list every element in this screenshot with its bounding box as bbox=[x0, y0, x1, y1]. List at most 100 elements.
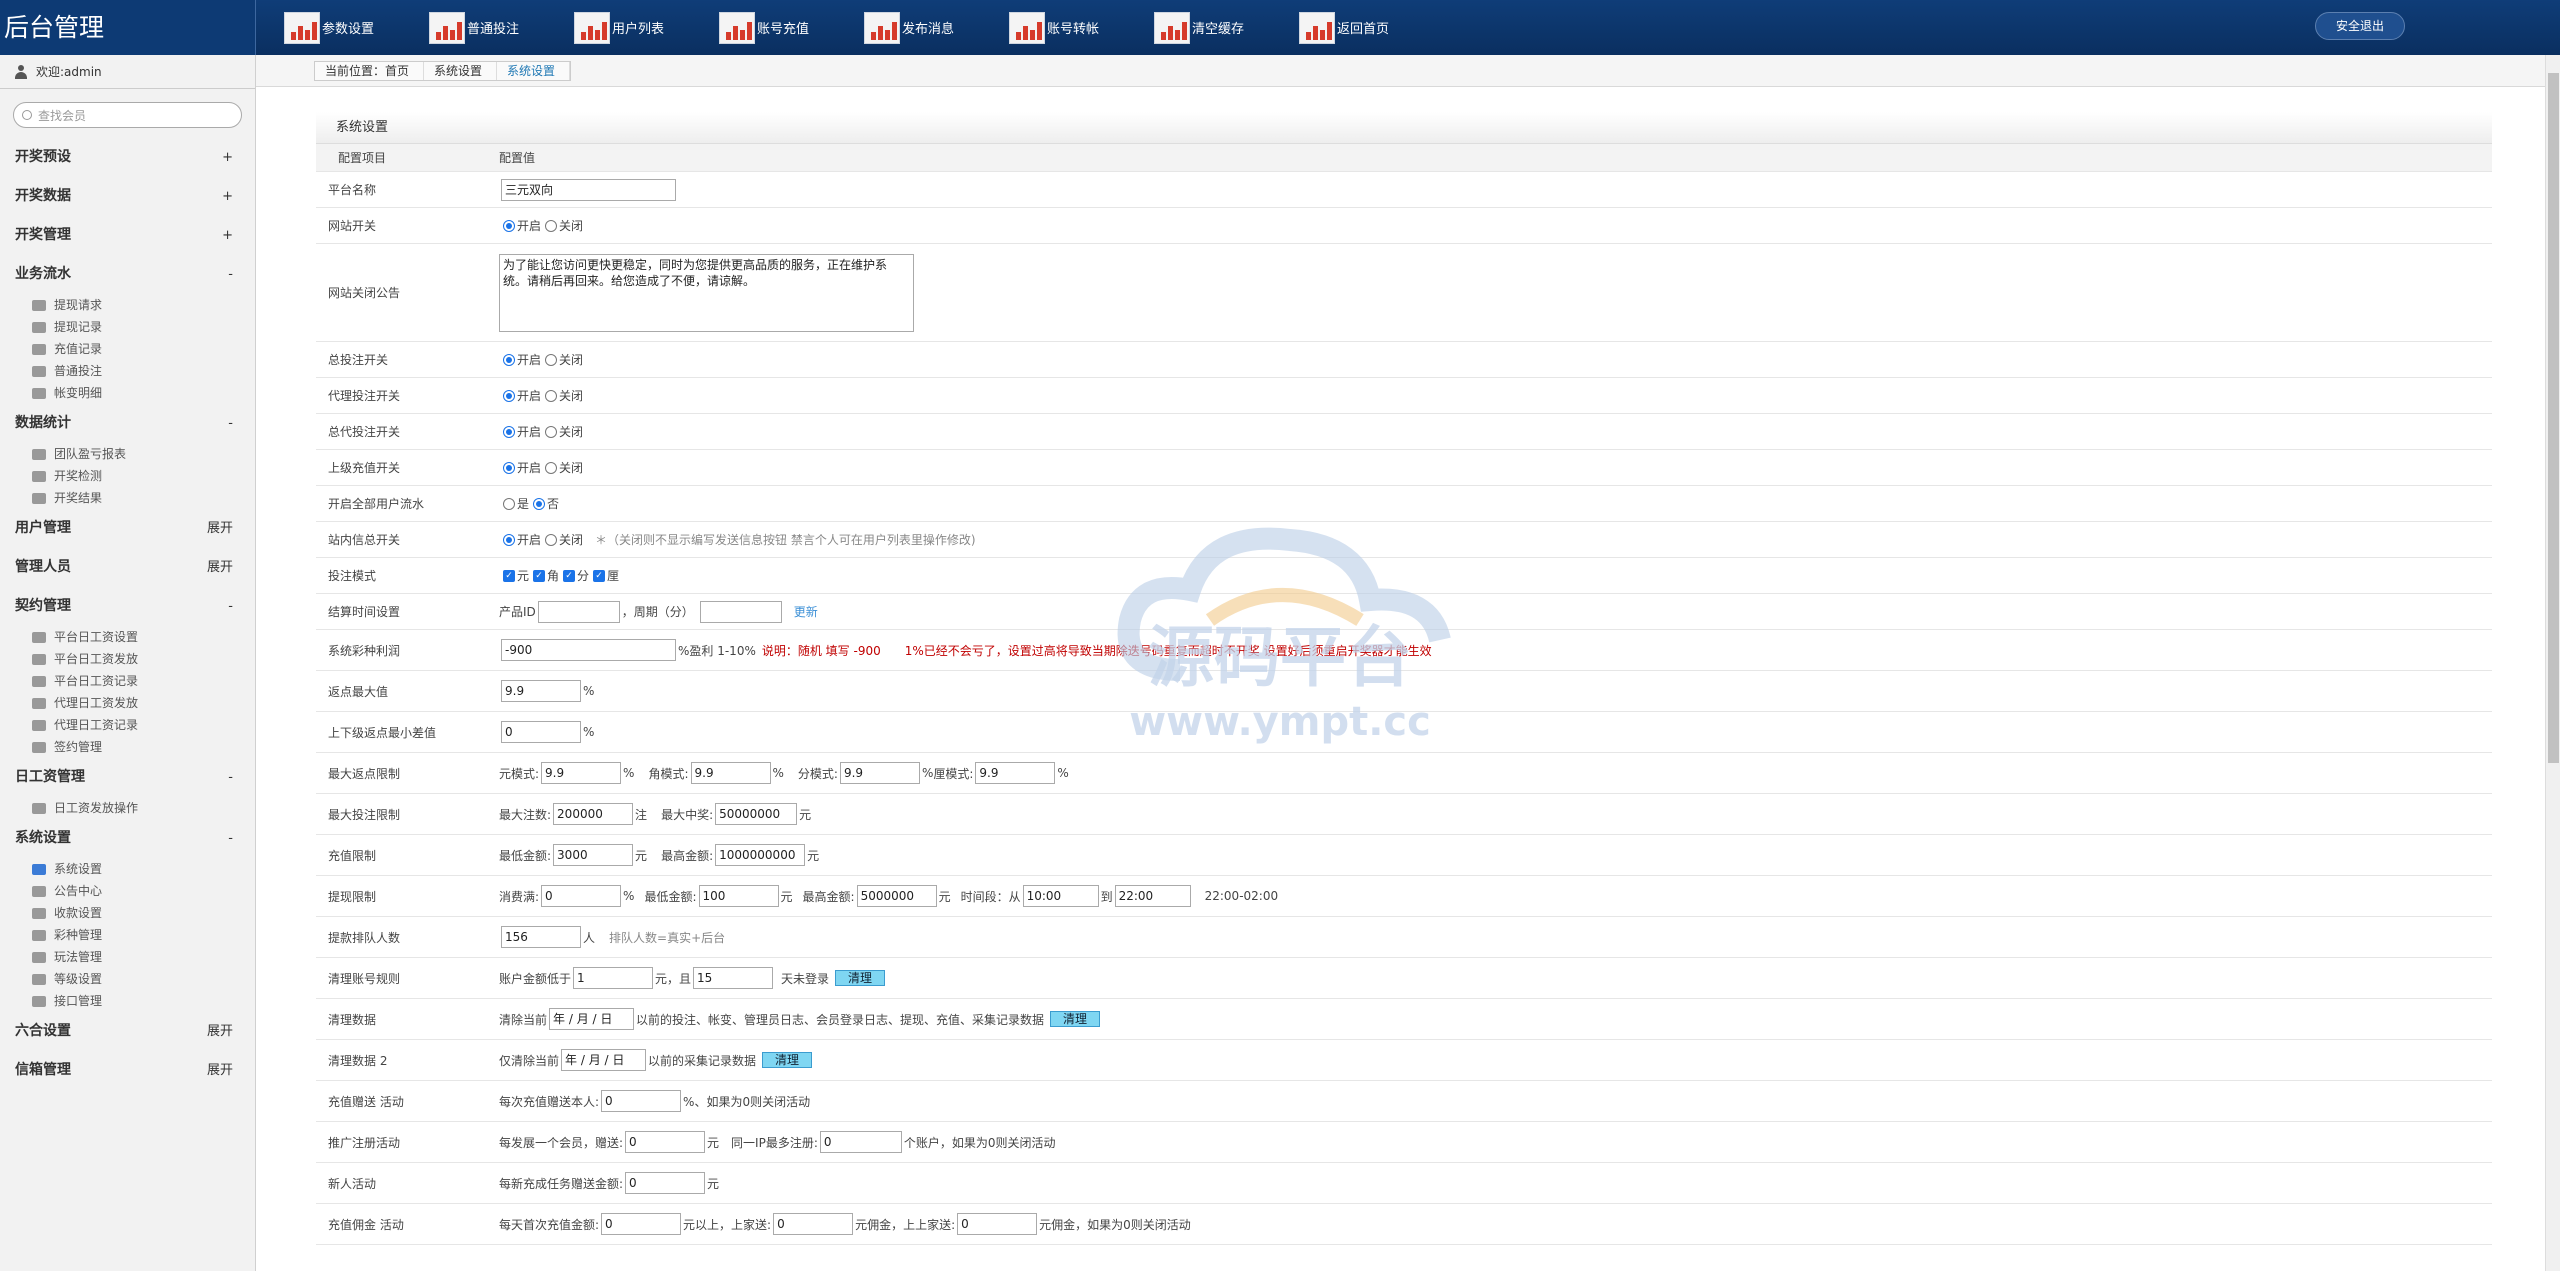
sidebar-item-charge-record[interactable]: 充值记录 bbox=[0, 338, 255, 360]
sidebar-group-system[interactable]: 系统设置 - bbox=[0, 819, 255, 858]
profit-input[interactable]: -900 bbox=[501, 639, 676, 661]
sidebar-item-contract-5[interactable]: 签约管理 bbox=[0, 736, 255, 758]
upper-charge-on-radio[interactable] bbox=[503, 461, 515, 474]
clean-date2-input[interactable]: 年 / 月 / 日 bbox=[561, 1049, 647, 1071]
update-link[interactable]: 更新 bbox=[794, 603, 818, 620]
li-rebate-input[interactable]: 9.9 bbox=[975, 762, 1056, 784]
clean-data-button[interactable]: 清理 bbox=[1050, 1011, 1101, 1027]
breadcrumb-home[interactable]: 当前位置：首页 bbox=[315, 62, 425, 80]
sidebar-item-withdraw-request[interactable]: 提现请求 bbox=[0, 294, 255, 316]
product-id-input[interactable] bbox=[537, 600, 620, 623]
nav-home[interactable]: 返回首页 bbox=[1299, 0, 1429, 55]
sidebar-group-liuhe[interactable]: 六合设置 展开 bbox=[0, 1012, 255, 1051]
clean-data2-button[interactable]: 清理 bbox=[762, 1052, 813, 1068]
sidebar-item-payment-settings[interactable]: 收款设置 bbox=[0, 902, 255, 924]
max-win-input[interactable]: 50000000 bbox=[715, 803, 798, 825]
mode-fen-checkbox[interactable]: ✓ bbox=[563, 569, 576, 582]
consume-input[interactable]: 0 bbox=[541, 885, 622, 907]
bet-switch-off-radio[interactable] bbox=[545, 353, 558, 366]
sidebar-item-contract-3[interactable]: 代理日工资发放 bbox=[0, 692, 255, 714]
withdraw-max-input[interactable]: 5000000 bbox=[856, 885, 937, 907]
sidebar-item-normal-bet[interactable]: 普通投注 bbox=[0, 360, 255, 382]
sidebar-item-draw-result[interactable]: 开奖结果 bbox=[0, 487, 255, 509]
sidebar-item-wage-op[interactable]: 日工资发放操作 bbox=[0, 797, 255, 819]
charge-max-input[interactable]: 1000000000 bbox=[715, 844, 806, 866]
site-switch-off-radio[interactable] bbox=[545, 219, 558, 232]
charge-min-input[interactable]: 3000 bbox=[553, 844, 634, 866]
mode-jiao-checkbox[interactable]: ✓ bbox=[533, 569, 546, 582]
sidebar-item-contract-0[interactable]: 平台日工资设置 bbox=[0, 626, 255, 648]
close-notice-textarea[interactable]: 为了能让您访问更快更稳定，同时为您提供更高品质的服务，正在维护系统。请稍后再回来… bbox=[499, 253, 914, 332]
fen-rebate-input[interactable]: 9.9 bbox=[839, 762, 920, 784]
sidebar-item-level-settings[interactable]: 等级设置 bbox=[0, 968, 255, 990]
upper-commission-input[interactable]: 0 bbox=[773, 1213, 854, 1235]
nav-normal-bet[interactable]: 普通投注 bbox=[429, 0, 559, 55]
promo-gift-input[interactable]: 0 bbox=[625, 1131, 706, 1153]
page-scrollbar[interactable] bbox=[2545, 55, 2560, 1271]
sidebar-item-lottery-manage[interactable]: 彩种管理 bbox=[0, 924, 255, 946]
sidebar-group-contract[interactable]: 契约管理 - bbox=[0, 587, 255, 626]
sidebar-item-contract-2[interactable]: 平台日工资记录 bbox=[0, 670, 255, 692]
all-flow-no-radio[interactable] bbox=[533, 497, 546, 510]
sidebar-item-contract-1[interactable]: 平台日工资发放 bbox=[0, 648, 255, 670]
gagent-bet-on-radio[interactable] bbox=[503, 425, 515, 438]
sidebar-group-draw-data[interactable]: 开奖数据 + bbox=[0, 177, 255, 216]
upper-charge-off-radio[interactable] bbox=[545, 461, 558, 474]
mail-switch-on-radio[interactable] bbox=[503, 533, 515, 546]
nav-clear-cache[interactable]: 清空缓存 bbox=[1154, 0, 1284, 55]
logout-button[interactable]: 安全退出 bbox=[2315, 12, 2405, 40]
gagent-bet-off-radio[interactable] bbox=[545, 425, 558, 438]
scrollbar-thumb[interactable] bbox=[2548, 73, 2559, 763]
site-switch-on-radio[interactable] bbox=[503, 219, 515, 232]
yuan-rebate-input[interactable]: 9.9 bbox=[541, 762, 622, 784]
rebate-diff-input[interactable]: 0 bbox=[501, 721, 581, 743]
clean-days-input[interactable]: 15 bbox=[693, 967, 774, 989]
ip-limit-input[interactable]: 0 bbox=[819, 1131, 902, 1153]
queue-input[interactable]: 156 bbox=[501, 926, 581, 948]
clean-amount-input[interactable]: 1 bbox=[573, 967, 654, 989]
nav-param-settings[interactable]: 参数设置 bbox=[284, 0, 414, 55]
clean-date-input[interactable]: 年 / 月 / 日 bbox=[549, 1008, 635, 1030]
sidebar-group-wage[interactable]: 日工资管理 - bbox=[0, 758, 255, 797]
bet-switch-on-radio[interactable] bbox=[503, 353, 515, 366]
member-search-input[interactable]: 查找会员 bbox=[13, 102, 242, 128]
sidebar-group-stats[interactable]: 数据统计 - bbox=[0, 404, 255, 443]
sidebar-group-business[interactable]: 业务流水 - bbox=[0, 255, 255, 294]
nav-user-list[interactable]: 用户列表 bbox=[574, 0, 704, 55]
charge-gift-input[interactable]: 0 bbox=[601, 1090, 682, 1112]
sidebar-group-mailbox[interactable]: 信箱管理 展开 bbox=[0, 1051, 255, 1090]
sidebar-item-notice-center[interactable]: 公告中心 bbox=[0, 880, 255, 902]
sidebar-group-admins[interactable]: 管理人员 展开 bbox=[0, 548, 255, 587]
first-charge-input[interactable]: 0 bbox=[601, 1213, 682, 1235]
rebate-max-input[interactable]: 9.9 bbox=[501, 680, 581, 702]
agent-bet-off-radio[interactable] bbox=[545, 389, 558, 402]
withdraw-min-input[interactable]: 100 bbox=[698, 885, 779, 907]
period-input[interactable] bbox=[699, 600, 782, 623]
sidebar-group-users[interactable]: 用户管理 展开 bbox=[0, 509, 255, 548]
jiao-rebate-input[interactable]: 9.9 bbox=[690, 762, 771, 784]
sidebar-item-withdraw-record[interactable]: 提现记录 bbox=[0, 316, 255, 338]
time-to-input[interactable]: 22:00 bbox=[1114, 885, 1191, 907]
sidebar-item-account-change[interactable]: 帐变明细 bbox=[0, 382, 255, 404]
platform-name-input[interactable]: 三元双向 bbox=[501, 178, 676, 201]
upper2-commission-input[interactable]: 0 bbox=[957, 1213, 1038, 1235]
nav-account-recharge[interactable]: 账号充值 bbox=[719, 0, 849, 55]
mode-yuan-checkbox[interactable]: ✓ bbox=[503, 569, 515, 582]
mode-li-checkbox[interactable]: ✓ bbox=[593, 569, 606, 582]
clean-account-button[interactable]: 清理 bbox=[835, 970, 886, 986]
time-from-input[interactable]: 10:00 bbox=[1022, 885, 1099, 907]
sidebar-group-draw-preset[interactable]: 开奖预设 + bbox=[0, 138, 255, 177]
breadcrumb-system[interactable]: 系统设置 bbox=[424, 62, 498, 80]
agent-bet-on-radio[interactable] bbox=[503, 389, 515, 402]
max-bet-count-input[interactable]: 200000 bbox=[553, 803, 634, 825]
sidebar-item-team-report[interactable]: 团队盈亏报表 bbox=[0, 443, 255, 465]
sidebar-item-contract-4[interactable]: 代理日工资记录 bbox=[0, 714, 255, 736]
sidebar-item-play-manage[interactable]: 玩法管理 bbox=[0, 946, 255, 968]
sidebar-item-api-manage[interactable]: 接口管理 bbox=[0, 990, 255, 1012]
sidebar-item-draw-check[interactable]: 开奖检测 bbox=[0, 465, 255, 487]
all-flow-yes-radio[interactable] bbox=[503, 497, 515, 510]
nav-post-message[interactable]: 发布消息 bbox=[864, 0, 994, 55]
nav-account-transfer[interactable]: 账号转帐 bbox=[1009, 0, 1139, 55]
sidebar-item-system-settings[interactable]: 系统设置 bbox=[0, 858, 255, 880]
mail-switch-off-radio[interactable] bbox=[545, 533, 558, 546]
